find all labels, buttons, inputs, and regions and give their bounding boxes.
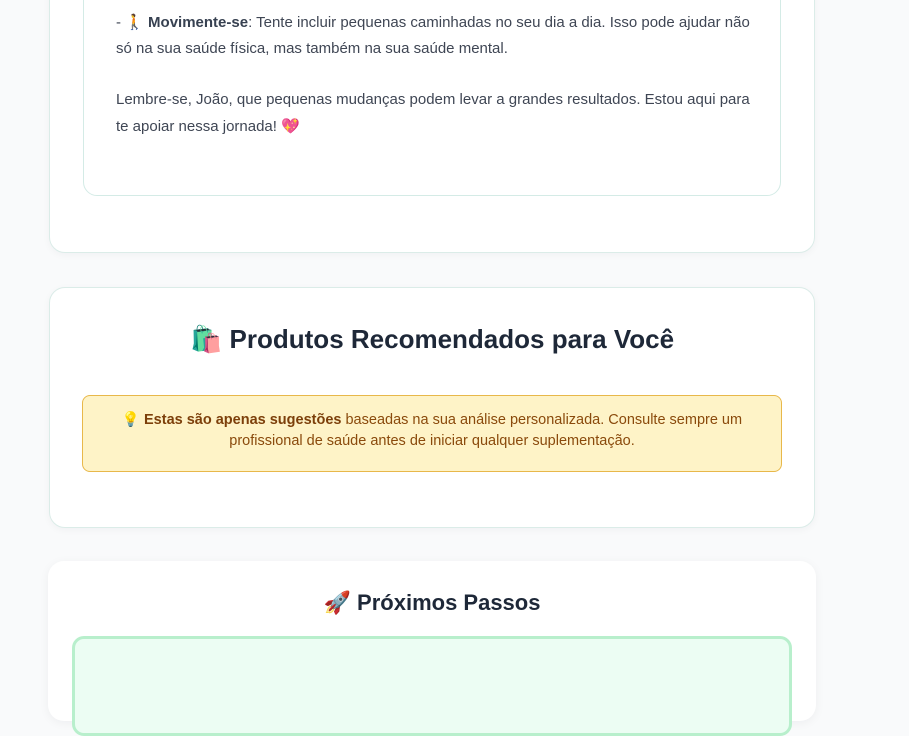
products-section-title: 🛍️ Produtos Recomendados para Você — [50, 324, 814, 355]
analysis-card: - 🚶 Movimente-se: Tente incluir pequenas… — [49, 0, 815, 253]
tip-title: Movimente-se — [148, 14, 249, 31]
next-steps-box — [72, 636, 792, 736]
shopping-bags-icon: 🛍️ — [189, 325, 223, 355]
disclaimer-notice: 💡 Estas são apenas sugestões baseadas na… — [82, 395, 782, 472]
next-steps-title-text: Próximos Passos — [357, 590, 541, 615]
recommended-products-card: 🛍️ Produtos Recomendados para Você 💡 Est… — [49, 287, 815, 528]
next-steps-title: 🚀 Próximos Passos — [48, 590, 816, 616]
closing-message: Lembre-se, João, que pequenas mudanças p… — [116, 87, 756, 140]
notice-bold-text: Estas são apenas sugestões — [144, 412, 342, 428]
tip-prefix: - — [116, 14, 126, 31]
light-bulb-icon: 💡 — [121, 412, 140, 428]
products-title-text: Produtos Recomendados para Você — [229, 324, 675, 354]
next-steps-card: 🚀 Próximos Passos — [48, 561, 816, 736]
tip-movimente-se: - 🚶 Movimente-se: Tente incluir pequenas… — [116, 9, 756, 62]
rocket-icon: 🚀 — [323, 591, 351, 616]
walking-person-icon: 🚶 — [125, 13, 144, 31]
analysis-message-box: - 🚶 Movimente-se: Tente incluir pequenas… — [83, 0, 781, 196]
sparkling-heart-icon: 💖 — [281, 117, 300, 135]
closing-text: Lembre-se, João, que pequenas mudanças p… — [116, 91, 750, 135]
